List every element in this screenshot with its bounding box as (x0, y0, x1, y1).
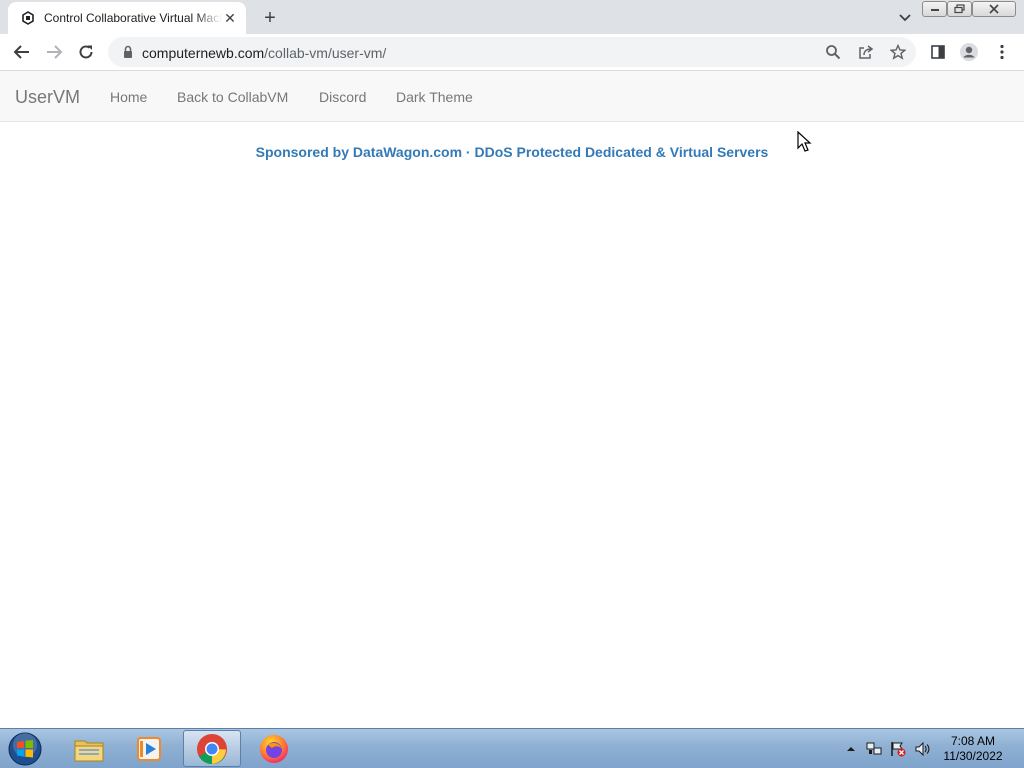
site-favicon-icon (20, 10, 36, 26)
forward-arrow-icon[interactable] (42, 40, 66, 64)
clock-time: 7:08 AM (950, 734, 996, 748)
windows-taskbar: 7:08 AM 11/30/2022 (0, 728, 1024, 768)
tab-close-icon[interactable]: ✕ (222, 10, 238, 26)
tab-search-chevron-icon[interactable] (893, 6, 917, 30)
taskbar-media-player-icon[interactable] (120, 730, 178, 767)
profile-avatar-icon[interactable] (959, 42, 979, 62)
nav-link-discord[interactable]: Discord (319, 89, 366, 105)
url-path: /collab-vm/user-vm/ (264, 45, 387, 61)
sponsor-link[interactable]: Sponsored by DataWagon.com · DDoS Protec… (0, 144, 1024, 160)
zoom-search-icon[interactable] (823, 42, 843, 62)
taskbar-firefox-icon[interactable] (245, 730, 303, 767)
taskbar-clock[interactable]: 7:08 AM 11/30/2022 (934, 734, 1012, 764)
taskbar-explorer-icon[interactable] (60, 730, 118, 767)
back-arrow-icon[interactable] (10, 40, 34, 64)
restore-icon[interactable] (947, 1, 972, 17)
start-button[interactable] (6, 731, 44, 767)
nav-link-back-to-collabvm[interactable]: Back to CollabVM (177, 89, 288, 105)
share-icon[interactable] (856, 42, 876, 62)
address-bar[interactable]: computernewb.com/collab-vm/user-vm/ (108, 37, 916, 67)
window-controls (922, 1, 1016, 17)
browser-tab[interactable]: Control Collaborative Virtual Machines ✕ (8, 2, 246, 34)
bookmark-star-icon[interactable] (888, 42, 908, 62)
nav-link-dark-theme[interactable]: Dark Theme (396, 89, 473, 105)
nav-link-home[interactable]: Home (110, 89, 147, 105)
new-tab-button[interactable]: + (258, 6, 282, 30)
tab-title: Control Collaborative Virtual Machines (44, 11, 222, 25)
volume-icon[interactable] (914, 741, 930, 757)
action-center-flag-icon[interactable] (890, 741, 906, 757)
network-icon[interactable] (866, 741, 882, 757)
browser-toolbar: computernewb.com/collab-vm/user-vm/ (0, 34, 1024, 71)
side-panel-icon[interactable] (928, 42, 948, 62)
lock-icon (120, 44, 136, 60)
url-text[interactable]: computernewb.com/collab-vm/user-vm/ (142, 45, 386, 61)
browser-menu-icon[interactable] (992, 42, 1012, 62)
minimize-icon[interactable] (922, 1, 947, 17)
mouse-cursor-icon (797, 130, 813, 153)
url-host: computernewb.com (142, 45, 265, 61)
tab-strip: Control Collaborative Virtual Machines ✕… (0, 0, 1024, 34)
show-hidden-icons-icon[interactable] (843, 741, 859, 757)
site-brand[interactable]: UserVM (15, 87, 80, 108)
site-navbar: UserVM Home Back to CollabVM Discord Dar… (0, 71, 1024, 122)
taskbar-chrome-icon[interactable] (183, 730, 241, 767)
reload-icon[interactable] (74, 40, 98, 64)
window-close-icon[interactable] (972, 1, 1016, 17)
clock-date: 11/30/2022 (943, 749, 1003, 763)
